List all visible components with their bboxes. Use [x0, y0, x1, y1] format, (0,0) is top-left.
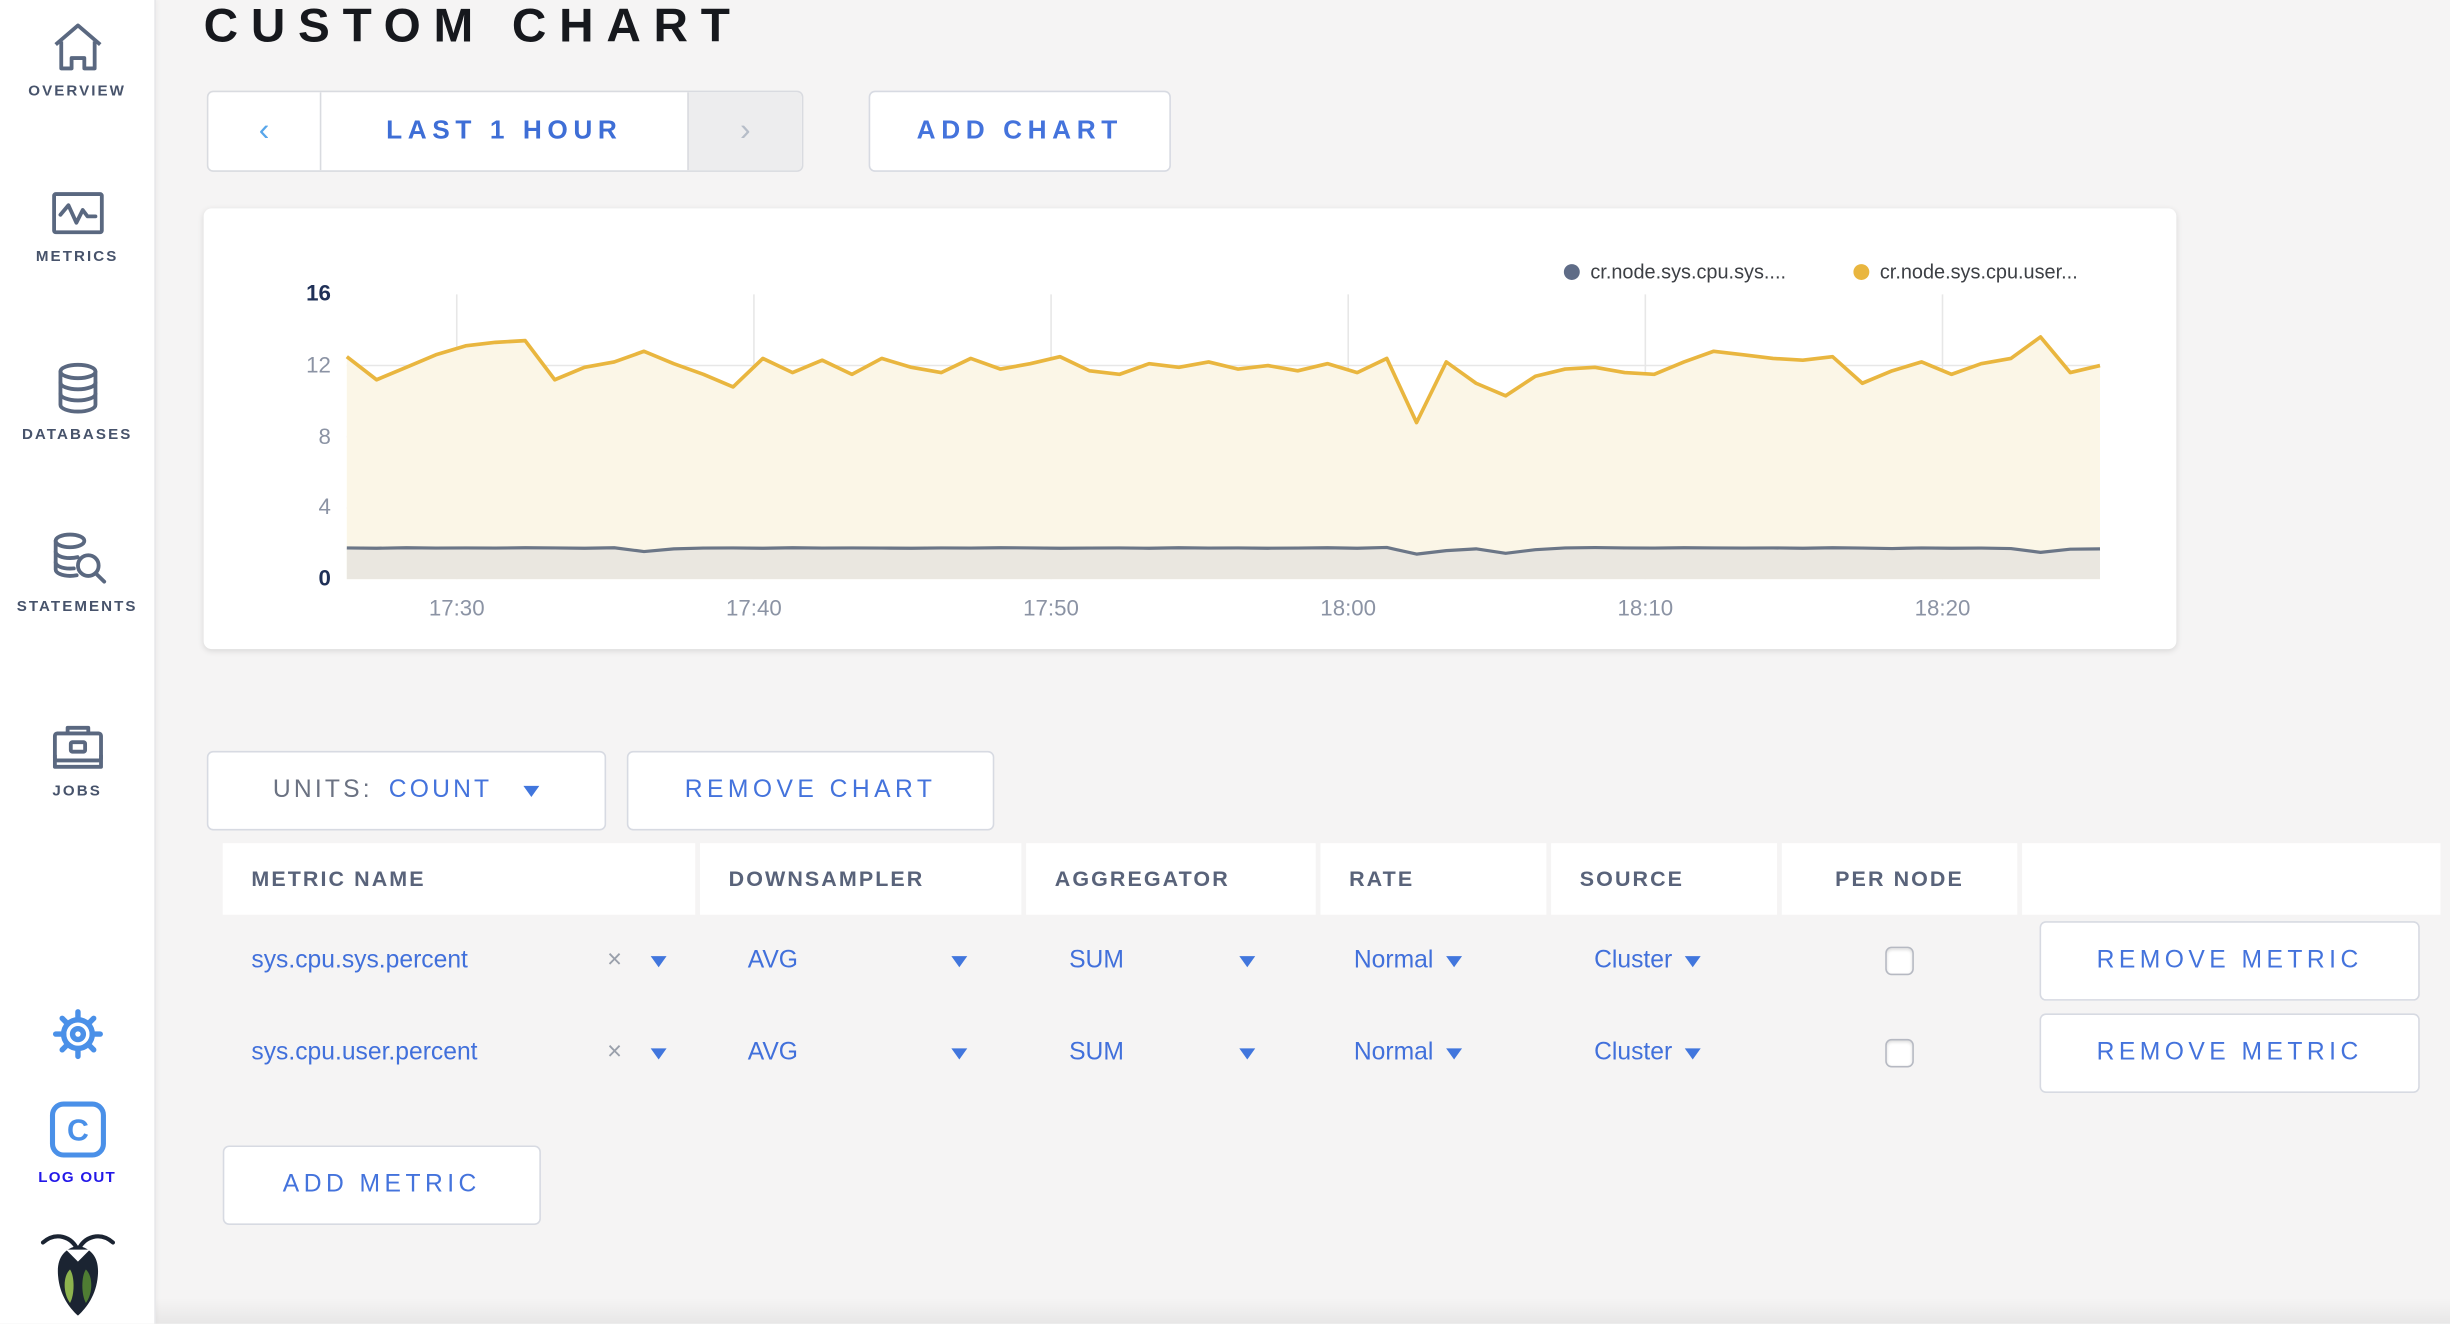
col-header-rate: RATE [1320, 843, 1547, 915]
legend-item-sys[interactable]: cr.node.sys.cpu.sys.... [1563, 261, 1786, 283]
chart-legend: cr.node.sys.cpu.sys.... cr.node.sys.cpu.… [1563, 260, 2078, 284]
aggregator-select[interactable]: SUM [1026, 1039, 1316, 1068]
legend-dot-user [1852, 264, 1869, 281]
table-row: sys.cpu.sys.percent × AVG SUM Normal Clu… [223, 915, 2441, 1007]
remove-metric-button[interactable]: REMOVE METRIC [2039, 921, 2420, 1001]
chevron-right-icon: › [740, 112, 751, 148]
jobs-icon [47, 719, 107, 773]
x-axis-tick: 17:40 [726, 595, 782, 621]
time-range-picker: ‹ LAST 1 HOUR › [206, 90, 804, 172]
bottom-shadow [154, 1298, 2450, 1324]
x-axis-tick: 18:10 [1617, 595, 1674, 621]
remove-chart-button[interactable]: REMOVE CHART [626, 750, 995, 831]
y-axis-tick: 0 [318, 564, 331, 591]
chevron-down-icon [1446, 955, 1462, 967]
x-axis-tick: 17:50 [1023, 595, 1079, 621]
legend-label: cr.node.sys.cpu.sys.... [1590, 260, 1786, 284]
source-select[interactable]: Cluster [1551, 947, 1777, 976]
y-axis-tick: 16 [306, 280, 331, 306]
chevron-down-icon [1239, 1047, 1256, 1059]
chevron-down-icon [524, 785, 541, 797]
per-node-checkbox[interactable] [1885, 946, 1914, 976]
sidebar-settings[interactable] [0, 1002, 154, 1066]
col-header-aggregator: AGGREGATOR [1026, 843, 1316, 915]
x-axis-tick: 18:20 [1914, 595, 1971, 621]
chevron-down-icon [951, 1047, 968, 1059]
metric-name-value: sys.cpu.user.percent [251, 1038, 478, 1066]
series-sys-area [346, 547, 2101, 580]
add-chart-button[interactable]: ADD CHART [868, 90, 1171, 172]
page-title: CUSTOM CHART [203, 0, 743, 53]
home-icon [47, 19, 107, 73]
chevron-down-icon [1239, 955, 1256, 967]
x-axis-tick: 17:30 [428, 595, 485, 621]
units-label: UNITS: [272, 776, 373, 804]
aggregator-select[interactable]: SUM [1026, 947, 1316, 976]
remove-metric-button[interactable]: REMOVE METRIC [2039, 1013, 2420, 1093]
sidebar-item-statements[interactable]: STATEMENTS [0, 528, 154, 616]
sidebar-item-label: STATEMENTS [16, 598, 138, 616]
time-prev-button[interactable]: ‹ [208, 92, 322, 171]
sidebar-item-jobs[interactable]: JOBS [0, 719, 154, 800]
y-axis-tick: 4 [318, 493, 331, 520]
sidebar-item-label: METRICS [35, 248, 119, 266]
x-axis-tick: 18:00 [1320, 595, 1377, 621]
metric-name-value: sys.cpu.sys.percent [251, 946, 468, 974]
chevron-down-icon [1684, 1047, 1701, 1059]
clear-metric-icon[interactable]: × [607, 947, 622, 976]
sidebar-logout[interactable]: C LOG OUT [0, 1098, 154, 1187]
series-user-area [346, 336, 2101, 580]
svg-text:C: C [66, 1115, 88, 1148]
units-value: COUNT [388, 776, 493, 804]
database-icon [49, 360, 106, 417]
cockroach-logo [39, 1228, 115, 1317]
time-range-dropdown[interactable]: LAST 1 HOUR [321, 92, 687, 170]
sidebar-item-overview[interactable]: OVERVIEW [0, 19, 154, 100]
sidebar-logo [0, 1228, 154, 1317]
time-next-button[interactable]: › [687, 92, 802, 171]
sidebar-item-metrics[interactable]: METRICS [0, 188, 154, 266]
table-header-row: METRIC NAME DOWNSAMPLER AGGREGATOR RATE … [222, 843, 2441, 915]
sidebar-item-label: DATABASES [21, 426, 133, 444]
col-header-per-node: PER NODE [1781, 843, 2018, 915]
cockroach-c-icon: C [45, 1098, 109, 1162]
downsampler-select[interactable]: AVG [700, 947, 1021, 976]
chevron-down-icon[interactable] [650, 955, 667, 967]
y-axis-tick: 12 [306, 351, 331, 377]
sidebar-item-label: OVERVIEW [28, 82, 127, 101]
logout-label: LOG OUT [38, 1169, 117, 1187]
chevron-down-icon [1684, 955, 1701, 967]
legend-label: cr.node.sys.cpu.user... [1879, 260, 2078, 284]
chevron-down-icon[interactable] [650, 1047, 667, 1059]
chevron-down-icon [951, 955, 968, 967]
metrics-icon [47, 188, 107, 239]
col-header-downsampler: DOWNSAMPLER [700, 843, 1022, 915]
rate-select[interactable]: Normal [1320, 1039, 1546, 1068]
chevron-down-icon [1446, 1047, 1462, 1059]
legend-dot-sys [1563, 264, 1580, 281]
statements-icon [45, 528, 109, 588]
chevron-left-icon: ‹ [258, 112, 270, 148]
sidebar-item-databases[interactable]: DATABASES [0, 360, 154, 444]
custom-chart-page: OVERVIEW METRICS DATABASES STATEMENTS JO… [0, 0, 2450, 1324]
sidebar: OVERVIEW METRICS DATABASES STATEMENTS JO… [0, 0, 156, 1324]
chart-panel: 17:30 17:40 17:50 18:00 18:10 18:20 0 4 8 12 16 cr… [203, 208, 2177, 650]
clear-metric-icon[interactable]: × [607, 1039, 622, 1068]
legend-item-user[interactable]: cr.node.sys.cpu.user... [1852, 260, 2078, 284]
per-node-checkbox[interactable] [1885, 1038, 1914, 1068]
col-header-source: SOURCE [1551, 843, 1778, 915]
add-metric-button[interactable]: ADD METRIC [222, 1145, 541, 1226]
rate-select[interactable]: Normal [1320, 947, 1546, 976]
table-row: sys.cpu.user.percent × AVG SUM Normal Cl… [223, 1007, 2441, 1099]
sidebar-item-label: JOBS [52, 782, 102, 801]
col-header-actions [2022, 843, 2441, 915]
units-dropdown[interactable]: UNITS: COUNT [206, 750, 607, 831]
downsampler-select[interactable]: AVG [700, 1039, 1021, 1068]
metrics-table: METRIC NAME DOWNSAMPLER AGGREGATOR RATE … [222, 843, 2441, 1099]
col-header-metric-name: METRIC NAME [222, 843, 696, 915]
source-select[interactable]: Cluster [1551, 1039, 1777, 1068]
gear-icon [45, 1002, 109, 1066]
y-axis-tick: 8 [318, 422, 331, 448]
